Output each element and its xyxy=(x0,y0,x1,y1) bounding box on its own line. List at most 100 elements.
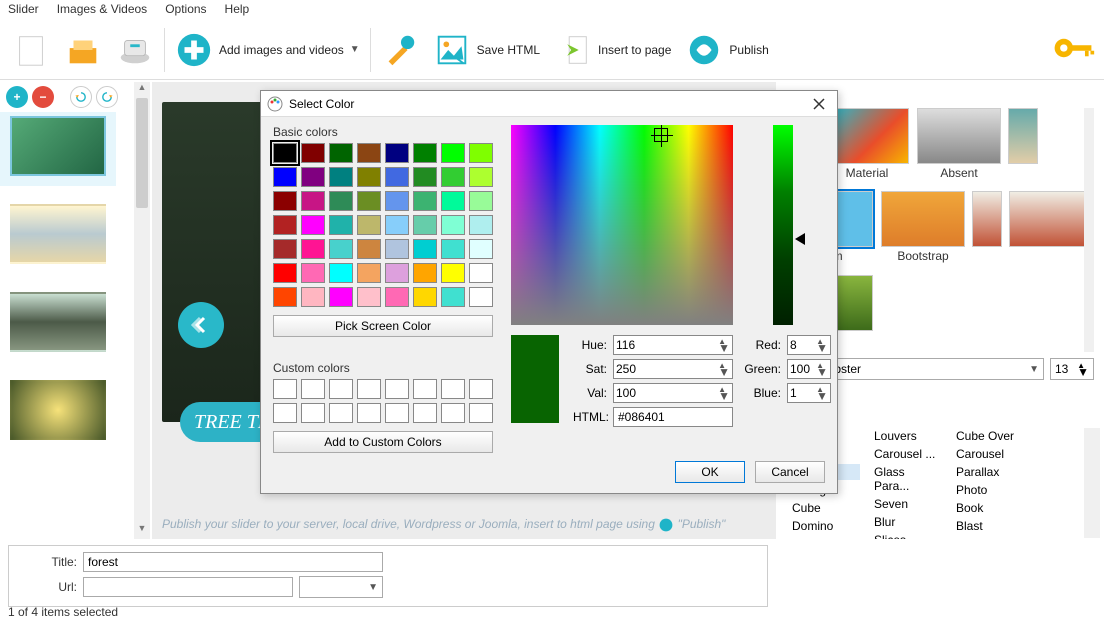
tools-button[interactable] xyxy=(377,27,423,73)
basic-color-swatch[interactable] xyxy=(385,263,409,283)
basic-color-swatch[interactable] xyxy=(413,191,437,211)
insert-page-button[interactable]: Insert to page xyxy=(550,27,675,73)
add-images-button[interactable]: Add images and videos ▼ xyxy=(171,27,364,73)
basic-color-swatch[interactable] xyxy=(385,215,409,235)
custom-color-swatch[interactable] xyxy=(273,403,297,423)
basic-color-swatch[interactable] xyxy=(329,167,353,187)
effect-slices[interactable]: Slices xyxy=(870,532,942,539)
open-button[interactable] xyxy=(60,27,106,73)
basic-color-swatch[interactable] xyxy=(273,143,297,163)
basic-color-swatch[interactable] xyxy=(469,263,493,283)
basic-color-swatch[interactable] xyxy=(469,167,493,187)
basic-color-swatch[interactable] xyxy=(441,263,465,283)
thumbnail-3[interactable] xyxy=(10,292,106,352)
custom-color-swatch[interactable] xyxy=(357,379,381,399)
menu-help[interactable]: Help xyxy=(225,2,250,18)
basic-color-swatch[interactable] xyxy=(357,239,381,259)
basic-color-swatch[interactable] xyxy=(413,287,437,307)
basic-color-swatch[interactable] xyxy=(273,191,297,211)
basic-color-swatch[interactable] xyxy=(357,167,381,187)
basic-color-swatch[interactable] xyxy=(273,263,297,283)
basic-color-swatch[interactable] xyxy=(469,191,493,211)
basic-color-swatch[interactable] xyxy=(329,143,353,163)
basic-color-swatch[interactable] xyxy=(357,263,381,283)
menu-images-videos[interactable]: Images & Videos xyxy=(57,2,148,18)
publish-button[interactable]: Publish xyxy=(681,27,772,73)
basic-color-swatch[interactable] xyxy=(357,215,381,235)
effect-parallax[interactable]: Parallax xyxy=(952,464,1024,480)
basic-color-swatch[interactable] xyxy=(301,239,325,259)
basic-color-swatch[interactable] xyxy=(441,215,465,235)
thumbnails-scrollbar[interactable]: ▲ ▼ xyxy=(134,82,150,539)
effect-louvers[interactable]: Louvers xyxy=(870,428,942,444)
basic-color-swatch[interactable] xyxy=(301,167,325,187)
effect-cube-over[interactable]: Cube Over xyxy=(952,428,1024,444)
blue-spinner[interactable]: 1▲▼ xyxy=(787,383,831,403)
custom-color-swatch[interactable] xyxy=(329,379,353,399)
basic-color-swatch[interactable] xyxy=(413,215,437,235)
custom-color-swatch[interactable] xyxy=(385,403,409,423)
ok-button[interactable]: OK xyxy=(675,461,745,483)
basic-color-swatch[interactable] xyxy=(301,191,325,211)
rotate-left-button[interactable] xyxy=(70,86,92,108)
close-button[interactable] xyxy=(807,94,831,114)
basic-color-swatch[interactable] xyxy=(385,167,409,187)
template-partial-1[interactable] xyxy=(972,191,1002,247)
basic-color-swatch[interactable] xyxy=(301,215,325,235)
effect-carousel-2[interactable]: Carousel xyxy=(952,446,1024,462)
cancel-button[interactable]: Cancel xyxy=(755,461,825,483)
remove-thumb-button[interactable]: − xyxy=(32,86,54,108)
template-bootstrap[interactable] xyxy=(881,191,965,247)
custom-color-swatch[interactable] xyxy=(441,379,465,399)
basic-color-swatch[interactable] xyxy=(357,143,381,163)
thumbnails-list[interactable] xyxy=(0,112,150,539)
custom-color-swatch[interactable] xyxy=(301,403,325,423)
menu-options[interactable]: Options xyxy=(165,2,206,18)
custom-color-swatch[interactable] xyxy=(357,403,381,423)
basic-color-swatch[interactable] xyxy=(329,215,353,235)
effect-cube[interactable]: Cube xyxy=(788,500,860,516)
add-to-custom-button[interactable]: Add to Custom Colors xyxy=(273,431,493,453)
basic-color-swatch[interactable] xyxy=(385,239,409,259)
custom-color-swatch[interactable] xyxy=(469,403,493,423)
effect-photo[interactable]: Photo xyxy=(952,482,1024,498)
basic-color-swatch[interactable] xyxy=(441,287,465,307)
custom-color-swatch[interactable] xyxy=(441,403,465,423)
thumbnail-4[interactable] xyxy=(10,380,106,440)
thumbnail-1[interactable] xyxy=(10,116,106,176)
template-scrollbar[interactable] xyxy=(1084,108,1094,352)
basic-color-swatch[interactable] xyxy=(273,215,297,235)
menu-slider[interactable]: Slider xyxy=(8,2,39,18)
custom-color-swatch[interactable] xyxy=(301,379,325,399)
basic-color-swatch[interactable] xyxy=(357,287,381,307)
basic-color-swatch[interactable] xyxy=(301,263,325,283)
basic-color-swatch[interactable] xyxy=(441,143,465,163)
basic-color-swatch[interactable] xyxy=(469,287,493,307)
title-input[interactable] xyxy=(83,552,383,572)
url-input[interactable] xyxy=(83,577,293,597)
basic-color-swatch[interactable] xyxy=(301,287,325,307)
license-key-icon[interactable] xyxy=(1050,29,1096,70)
effect-glass-parallax[interactable]: Glass Para... xyxy=(870,464,942,494)
effects-scrollbar[interactable] xyxy=(1084,428,1100,538)
effect-carousel-1[interactable]: Carousel ... xyxy=(870,446,942,462)
sv-cursor[interactable] xyxy=(654,128,668,142)
basic-color-swatch[interactable] xyxy=(301,143,325,163)
basic-color-swatch[interactable] xyxy=(273,287,297,307)
template-absent[interactable] xyxy=(917,108,1001,164)
effect-seven[interactable]: Seven xyxy=(870,496,942,512)
basic-color-swatch[interactable] xyxy=(329,191,353,211)
effect-domino[interactable]: Domino xyxy=(788,518,860,534)
hue-handle[interactable] xyxy=(795,233,805,245)
rotate-right-button[interactable] xyxy=(96,86,118,108)
effect-blur[interactable]: Blur xyxy=(870,514,942,530)
basic-color-swatch[interactable] xyxy=(441,191,465,211)
effect-book[interactable]: Book xyxy=(952,500,1024,516)
red-spinner[interactable]: 8▲▼ xyxy=(787,335,831,355)
basic-color-swatch[interactable] xyxy=(441,239,465,259)
basic-color-swatch[interactable] xyxy=(469,215,493,235)
save-html-button[interactable]: Save HTML xyxy=(429,27,544,73)
basic-color-swatch[interactable] xyxy=(385,287,409,307)
html-color-input[interactable] xyxy=(613,407,733,427)
thumbnail-2[interactable] xyxy=(10,204,106,264)
